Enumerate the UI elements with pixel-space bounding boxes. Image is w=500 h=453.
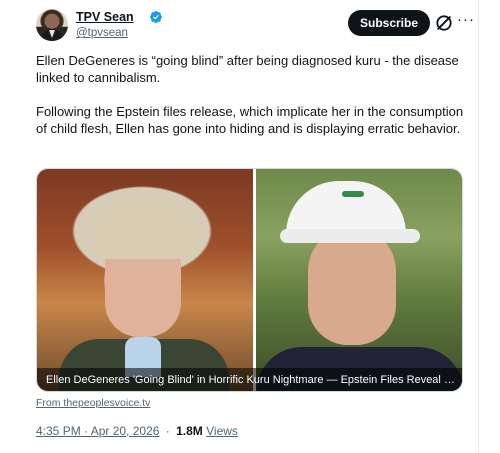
timestamp-link[interactable]: 4:35 PM · Apr 20, 2026	[36, 424, 159, 438]
photo-left-hair	[92, 197, 202, 259]
tweet-paragraph: Ellen DeGeneres is “going blind” after b…	[36, 53, 459, 85]
views-link[interactable]: Views	[206, 424, 238, 438]
tweet-text: Ellen DeGeneres is “going blind” after b…	[36, 52, 466, 154]
views-count: 1.8M	[176, 424, 203, 438]
media-caption-bar: Ellen DeGeneres 'Going Blind' in Horrifi…	[37, 368, 462, 391]
subscribe-button[interactable]: Subscribe	[348, 10, 430, 36]
photo-right-face	[308, 227, 396, 345]
author-handle[interactable]: @tpvsean	[76, 27, 128, 39]
author-display-name[interactable]: TPV Sean	[76, 10, 134, 24]
column-divider	[478, 0, 479, 453]
photo-right-cap-logo	[342, 191, 364, 197]
grok-icon[interactable]	[434, 13, 454, 33]
meta-separator: ·	[165, 424, 170, 438]
more-icon[interactable]: ···	[457, 12, 474, 30]
photo-right	[256, 169, 462, 391]
photo-right-cap-brim	[280, 229, 420, 243]
source-link[interactable]: From thepeoplesvoice.tv	[36, 397, 150, 409]
avatar[interactable]	[36, 9, 68, 41]
media-caption: Ellen DeGeneres 'Going Blind' in Horrifi…	[46, 374, 456, 386]
tweet-header: TPV Sean @tpvsean Subscribe ···	[36, 8, 474, 44]
tweet-paragraph: Following the Epstein files release, whi…	[36, 104, 464, 136]
verified-badge-icon	[150, 11, 162, 23]
photo-left	[37, 169, 253, 391]
tweet-meta: 4:35 PM · Apr 20, 2026 · 1.8M Views	[36, 424, 238, 438]
media-card[interactable]: Ellen DeGeneres 'Going Blind' in Horrifi…	[36, 168, 463, 392]
